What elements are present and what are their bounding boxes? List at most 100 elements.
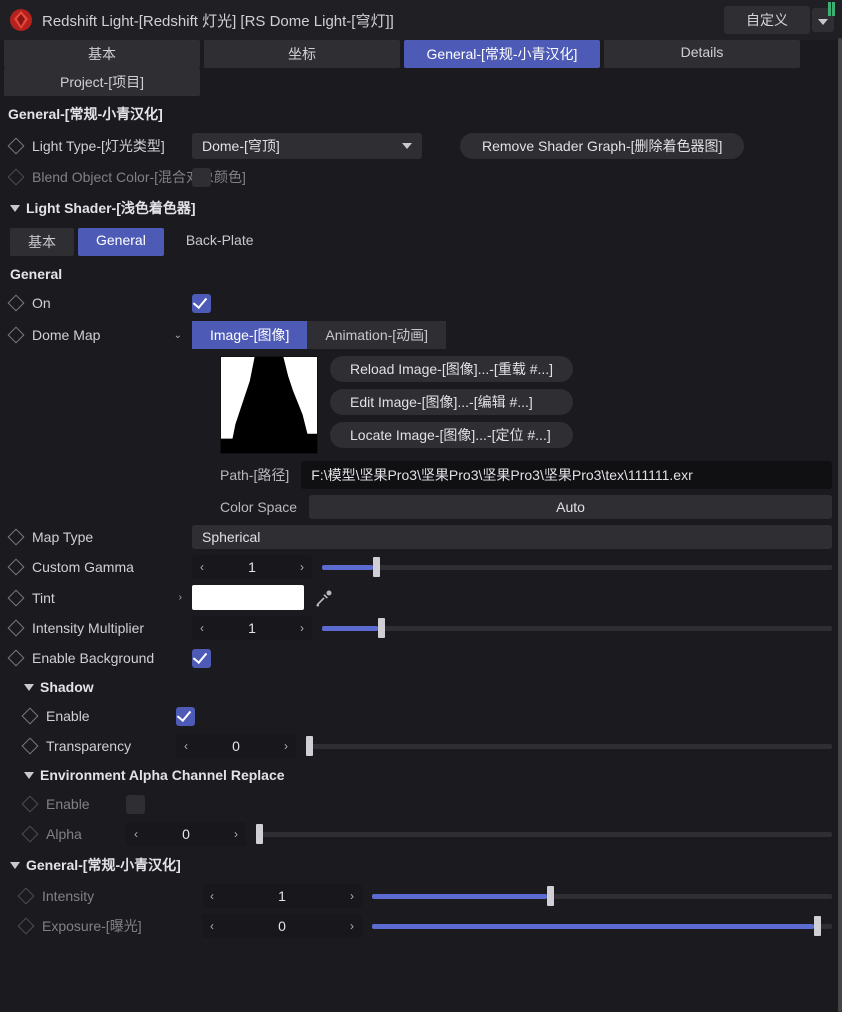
intensity-label: Intensity bbox=[42, 888, 94, 904]
light-type-dropdown[interactable]: Dome-[穹顶] bbox=[192, 133, 422, 159]
shadow-enable-checkbox[interactable] bbox=[176, 707, 195, 726]
spinner-decrease-icon[interactable]: ‹ bbox=[176, 735, 196, 757]
custom-gamma-label: Custom Gamma bbox=[32, 559, 134, 575]
vertical-scrollbar[interactable] bbox=[838, 38, 842, 1012]
shadow-transparency-slider[interactable] bbox=[306, 736, 832, 756]
enable-background-checkbox[interactable] bbox=[192, 649, 211, 668]
shadow-transparency-label: Transparency bbox=[46, 738, 131, 754]
dome-map-animation-toggle[interactable]: Animation-[动画] bbox=[307, 321, 446, 349]
keyframe-diamond-icon[interactable] bbox=[8, 138, 25, 155]
tab-project[interactable]: Project-[项目] bbox=[4, 68, 200, 96]
intensity-multiplier-spinner[interactable]: ‹ 1 › bbox=[192, 616, 312, 640]
spinner-increase-icon[interactable]: › bbox=[342, 915, 362, 937]
tint-label: Tint bbox=[32, 590, 55, 606]
triangle-down-icon bbox=[10, 862, 20, 869]
keyframe-diamond-icon[interactable] bbox=[8, 589, 25, 606]
reload-image-button[interactable]: Reload Image-[图像]...-[重载 #...] bbox=[330, 356, 573, 382]
exposure-spinner[interactable]: ‹ 0 › bbox=[202, 914, 362, 938]
keyframe-diamond-icon[interactable] bbox=[8, 295, 25, 312]
env-alpha-enable-label: Enable bbox=[46, 796, 90, 812]
env-alpha-spinner[interactable]: ‹ 0 › bbox=[126, 822, 246, 846]
subtab-backplate[interactable]: Back-Plate bbox=[168, 228, 272, 256]
blend-object-color-checkbox[interactable] bbox=[192, 168, 211, 187]
spinner-increase-icon[interactable]: › bbox=[276, 735, 296, 757]
window-title: Redshift Light-[Redshift 灯光] [RS Dome Li… bbox=[42, 10, 724, 31]
spinner-increase-icon[interactable]: › bbox=[292, 556, 312, 578]
keyframe-diamond-icon[interactable] bbox=[8, 327, 25, 344]
on-checkbox[interactable] bbox=[192, 294, 211, 313]
intensity-multiplier-slider[interactable] bbox=[322, 618, 832, 638]
tab-basic[interactable]: 基本 bbox=[4, 40, 200, 68]
color-space-dropdown[interactable]: Auto bbox=[309, 495, 832, 519]
spinner-increase-icon[interactable]: › bbox=[342, 885, 362, 907]
tab-general[interactable]: General-[常规-小青汉化] bbox=[404, 40, 600, 68]
shadow-transparency-spinner[interactable]: ‹ 0 › bbox=[176, 734, 296, 758]
map-type-label: Map Type bbox=[32, 529, 93, 545]
keyframe-diamond-icon[interactable] bbox=[22, 826, 39, 843]
intensity-spinner[interactable]: ‹ 1 › bbox=[202, 884, 362, 908]
tint-color-swatch[interactable] bbox=[192, 585, 304, 610]
group-light-shader-toggle[interactable]: Light Shader-[浅色着色器] bbox=[0, 192, 842, 224]
edit-image-button[interactable]: Edit Image-[图像]...-[编辑 #...] bbox=[330, 389, 573, 415]
keyframe-diamond-icon[interactable] bbox=[8, 620, 25, 637]
chevron-down-icon bbox=[402, 143, 412, 149]
map-type-dropdown[interactable]: Spherical bbox=[192, 525, 832, 549]
light-type-label: Light Type-[灯光类型] bbox=[32, 136, 165, 156]
spinner-decrease-icon[interactable]: ‹ bbox=[202, 885, 222, 907]
redshift-logo-icon bbox=[8, 7, 34, 33]
chevron-right-icon[interactable]: › bbox=[179, 592, 182, 603]
chevron-down-icon[interactable]: ⌄ bbox=[174, 330, 182, 341]
spinner-decrease-icon[interactable]: ‹ bbox=[202, 915, 222, 937]
general-subheader: General bbox=[0, 260, 842, 288]
keyframe-diamond-icon[interactable] bbox=[8, 529, 25, 546]
subtab-general[interactable]: General bbox=[78, 228, 164, 256]
dome-map-image-toggle[interactable]: Image-[图像] bbox=[192, 321, 307, 349]
section-general-title: General-[常规-小青汉化] bbox=[0, 96, 842, 130]
intensity-slider[interactable] bbox=[372, 886, 832, 906]
shadow-enable-label: Enable bbox=[46, 708, 90, 724]
keyframe-diamond-icon[interactable] bbox=[18, 918, 35, 935]
custom-gamma-spinner[interactable]: ‹ 1 › bbox=[192, 555, 312, 579]
keyframe-diamond-icon[interactable] bbox=[8, 650, 25, 667]
group-general3-toggle[interactable]: General-[常规-小青汉化] bbox=[0, 849, 842, 881]
env-alpha-alpha-label: Alpha bbox=[46, 826, 82, 842]
path-field[interactable]: F:\模型\坚果Pro3\坚果Pro3\坚果Pro3\坚果Pro3\tex\11… bbox=[301, 461, 832, 489]
group-env-alpha-toggle[interactable]: Environment Alpha Channel Replace bbox=[0, 761, 842, 789]
env-alpha-slider[interactable] bbox=[256, 824, 832, 844]
tab-coord[interactable]: 坐标 bbox=[204, 40, 400, 68]
triangle-down-icon bbox=[24, 772, 34, 779]
keyframe-diamond-icon[interactable] bbox=[22, 708, 39, 725]
keyframe-diamond-icon[interactable] bbox=[18, 888, 35, 905]
keyframe-diamond-icon[interactable] bbox=[8, 559, 25, 576]
subtab-basic[interactable]: 基本 bbox=[10, 228, 74, 256]
tab-details[interactable]: Details bbox=[604, 40, 800, 68]
chevron-down-icon bbox=[818, 19, 828, 25]
texture-thumbnail[interactable] bbox=[220, 356, 318, 454]
triangle-down-icon bbox=[10, 205, 20, 212]
spinner-decrease-icon[interactable]: ‹ bbox=[126, 823, 146, 845]
keyframe-diamond-icon[interactable] bbox=[22, 796, 39, 813]
spinner-increase-icon[interactable]: › bbox=[226, 823, 246, 845]
custom-gamma-slider[interactable] bbox=[322, 557, 832, 577]
on-label: On bbox=[32, 295, 51, 311]
path-label: Path-[路径] bbox=[220, 465, 289, 485]
spinner-decrease-icon[interactable]: ‹ bbox=[192, 556, 212, 578]
eyedropper-icon[interactable] bbox=[314, 588, 334, 608]
group-shadow-toggle[interactable]: Shadow bbox=[0, 673, 842, 701]
env-alpha-enable-checkbox[interactable] bbox=[126, 795, 145, 814]
exposure-label: Exposure-[曝光] bbox=[42, 916, 142, 936]
exposure-slider[interactable] bbox=[372, 916, 832, 936]
blend-object-color-label: Blend Object Color-[混合对象颜色] bbox=[32, 167, 246, 187]
titlebar: Redshift Light-[Redshift 灯光] [RS Dome Li… bbox=[0, 0, 842, 40]
locate-image-button[interactable]: Locate Image-[图像]...-[定位 #...] bbox=[330, 422, 573, 448]
dome-map-label: Dome Map bbox=[32, 327, 100, 343]
keyframe-diamond-icon[interactable] bbox=[8, 169, 25, 186]
keyframe-diamond-icon[interactable] bbox=[22, 738, 39, 755]
triangle-down-icon bbox=[24, 684, 34, 691]
spinner-increase-icon[interactable]: › bbox=[292, 617, 312, 639]
remove-shader-graph-button[interactable]: Remove Shader Graph-[删除着色器图] bbox=[460, 133, 744, 159]
spinner-decrease-icon[interactable]: ‹ bbox=[192, 617, 212, 639]
enable-background-label: Enable Background bbox=[32, 650, 154, 666]
layout-preset-dropdown[interactable]: 自定义 bbox=[724, 6, 834, 34]
color-space-label: Color Space bbox=[220, 499, 297, 515]
